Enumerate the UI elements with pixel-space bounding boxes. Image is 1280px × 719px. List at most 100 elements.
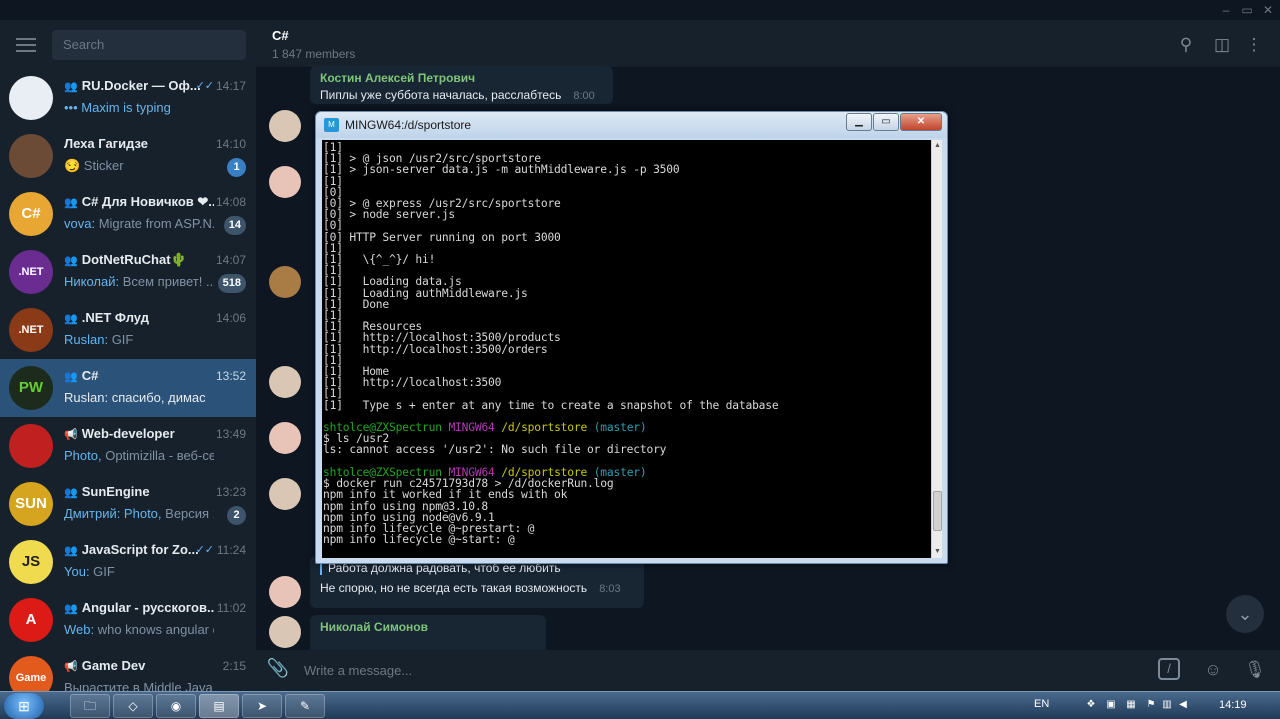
chat-item[interactable]: JS 👥 JavaScript for Zo... ✓✓ 11:24 You: GIF xyxy=(0,533,256,591)
language-indicator[interactable]: EN xyxy=(1034,698,1049,710)
chat-time: 11:24 xyxy=(216,543,246,557)
sidebar-toggle-icon[interactable]: ◫ xyxy=(1211,34,1233,56)
read-checkmark-icon: ✓✓ xyxy=(195,80,214,92)
avatar[interactable] xyxy=(269,616,301,648)
scrollbar-thumb[interactable] xyxy=(933,491,942,531)
more-vertical-icon[interactable]: ⋮ xyxy=(1243,34,1265,56)
scroll-down-icon[interactable]: ▼ xyxy=(932,546,943,557)
terminal-window[interactable]: M MINGW64:/d/sportstore ▁ ▭ ✕ [1] [1] > … xyxy=(315,111,948,564)
scroll-up-icon[interactable]: ▲ xyxy=(932,140,943,151)
chat-item[interactable]: Леха Гагидзе 14:10 😏 Sticker 1 xyxy=(0,127,256,185)
chat-name-text: JavaScript for Zo... xyxy=(81,542,199,557)
commands-icon[interactable]: / xyxy=(1158,658,1180,680)
chrome-icon[interactable]: ◉ xyxy=(156,694,196,718)
chat-title[interactable]: C# xyxy=(272,28,289,43)
avatar: .NET xyxy=(9,308,53,352)
chat-name: 👥 DotNetRuChat🌵 xyxy=(64,252,214,268)
terminal-minimize-button[interactable]: ▁ xyxy=(846,113,872,131)
message-time: 8:00 xyxy=(573,90,595,102)
prompt-mingw: MINGW64 xyxy=(448,465,495,479)
avatar[interactable] xyxy=(269,166,301,198)
terminal-maximize-button[interactable]: ▭ xyxy=(873,113,899,131)
chat-name-text: Game Dev xyxy=(81,658,146,673)
network-icon[interactable]: ▥ xyxy=(1160,698,1174,712)
preview-sender: vova: xyxy=(64,216,96,231)
message-input[interactable] xyxy=(304,660,904,680)
chat-time: 14:06 xyxy=(215,311,246,325)
preview-sender: Дмитрий: Photo, xyxy=(64,506,162,521)
chat-preview: ••• Maxim is typing xyxy=(64,100,214,115)
avatar[interactable] xyxy=(269,478,301,510)
prompt-user: shtolce@ZXSpectrun xyxy=(323,421,442,435)
emoji-icon[interactable]: ☺ xyxy=(1201,658,1225,682)
avatar: Game Dev xyxy=(9,656,53,691)
avatar: JS xyxy=(9,540,53,584)
compose-bar: 📎 / ☺ 🎙 xyxy=(256,650,1280,691)
chat-preview: Ruslan: спасибо, димас xyxy=(64,390,214,405)
message-bubble[interactable]: Николай Симонов xyxy=(310,615,546,650)
telegram-icon[interactable]: ➤ xyxy=(242,694,282,718)
tray-network-icon[interactable]: ▦ xyxy=(1124,698,1138,712)
dropbox-icon[interactable]: ❖ xyxy=(1084,698,1098,712)
minimize-icon[interactable]: – xyxy=(1218,2,1234,18)
terminal-close-button[interactable]: ✕ xyxy=(900,113,942,131)
menu-icon[interactable] xyxy=(16,38,36,52)
notepad-icon[interactable]: ✎ xyxy=(285,694,325,718)
prompt-branch: (master) xyxy=(593,421,647,435)
message-bubble[interactable]: Костин Алексей Петрович Пиплы уже суббот… xyxy=(310,66,613,104)
avatar[interactable] xyxy=(269,266,301,298)
chat-item[interactable]: A 👥 Angular - русскогов... 11:02 Web: who kn… xyxy=(0,591,256,649)
close-icon[interactable]: ✕ xyxy=(1260,2,1276,18)
attach-icon[interactable]: 📎 xyxy=(266,658,290,682)
avatar[interactable] xyxy=(269,576,301,608)
chat-time: 13:52 xyxy=(215,369,246,383)
chat-item[interactable]: Game Dev📢Game Dev2:15Вырастите в Middle … xyxy=(0,649,256,691)
mingw-taskbar-icon[interactable]: ▤ xyxy=(199,694,239,718)
flag-icon[interactable]: ⚑ xyxy=(1144,698,1158,712)
prompt-branch: (master) xyxy=(593,465,647,479)
volume-icon[interactable]: ◀ xyxy=(1176,698,1190,712)
megaphone-icon: 📢 xyxy=(64,661,78,673)
message-author[interactable]: Николай Симонов xyxy=(320,620,536,634)
terminal-scrollbar[interactable]: ▲ ▼ xyxy=(931,140,942,558)
chat-item[interactable]: .NET 👥 .NET Флуд 14:06 Ruslan: GIF xyxy=(0,301,256,359)
chat-preview: Ruslan: GIF xyxy=(64,332,214,347)
terminal-output[interactable]: [1] [1] > @ json /usr2/src/sportstore [1… xyxy=(322,140,931,558)
group-icon: 👥 xyxy=(64,313,78,325)
clock[interactable]: 14:19 xyxy=(1219,699,1247,711)
explorer-icon[interactable]: 🗀 xyxy=(70,694,110,718)
avatar[interactable] xyxy=(269,366,301,398)
search-input[interactable]: Search xyxy=(52,30,246,60)
maximize-icon[interactable]: ▭ xyxy=(1239,2,1255,18)
chat-time: 14:17 xyxy=(215,79,246,93)
preview-text: спасибо, димас xyxy=(108,390,206,405)
start-button[interactable]: ⊞ xyxy=(4,693,44,719)
group-icon: 👥 xyxy=(64,545,78,557)
avatar[interactable] xyxy=(269,110,301,142)
search-icon[interactable]: ⚲ xyxy=(1175,34,1197,56)
chat-item[interactable]: C# 👥 C# Для Новичков ❤... 14:08 vova: Migrat… xyxy=(0,185,256,243)
chat-item[interactable]: SUN 👥 SunEngine 13:23 Дмитрий: Photo, Версия… xyxy=(0,475,256,533)
group-icon: 👥 xyxy=(64,81,78,93)
avatar xyxy=(9,76,53,120)
chat-item[interactable]: .NET 👥 DotNetRuChat🌵 14:07 Николай: Всем при… xyxy=(0,243,256,301)
chat-name-text: Angular - русскогов... xyxy=(81,600,214,615)
chat-item[interactable]: PW 👥 C# 13:52 Ruslan: спасибо, димас xyxy=(0,359,256,417)
chat-item[interactable]: 👥 RU.Docker — Оф... ✓✓ 14:17 ••• Maxim is ty… xyxy=(0,69,256,127)
microphone-icon[interactable]: 🎙 xyxy=(1243,658,1267,682)
chat-item[interactable]: 📢 Web-developer 13:49 Photo, Optimizilla - … xyxy=(0,417,256,475)
group-icon: 👥 xyxy=(64,371,78,383)
terminal-titlebar[interactable]: M MINGW64:/d/sportstore ▁ ▭ ✕ xyxy=(316,112,947,138)
message-author[interactable]: Костин Алексей Петрович xyxy=(320,71,603,85)
mingw-icon: M xyxy=(324,118,339,132)
scroll-down-button[interactable]: ⌄ xyxy=(1226,595,1264,633)
preview-text: GIF xyxy=(108,332,134,347)
window-titlebar: – ▭ ✕ xyxy=(0,0,1280,20)
chat-time: 14:10 xyxy=(215,137,246,151)
preview-text: Optimizilla - веб-сервис... xyxy=(105,448,214,463)
avatar xyxy=(9,424,53,468)
avatar[interactable] xyxy=(269,422,301,454)
tray-app-icon[interactable]: ▣ xyxy=(1104,698,1118,712)
avatar: PW xyxy=(9,366,53,410)
vscode-icon[interactable]: ◇ xyxy=(113,694,153,718)
